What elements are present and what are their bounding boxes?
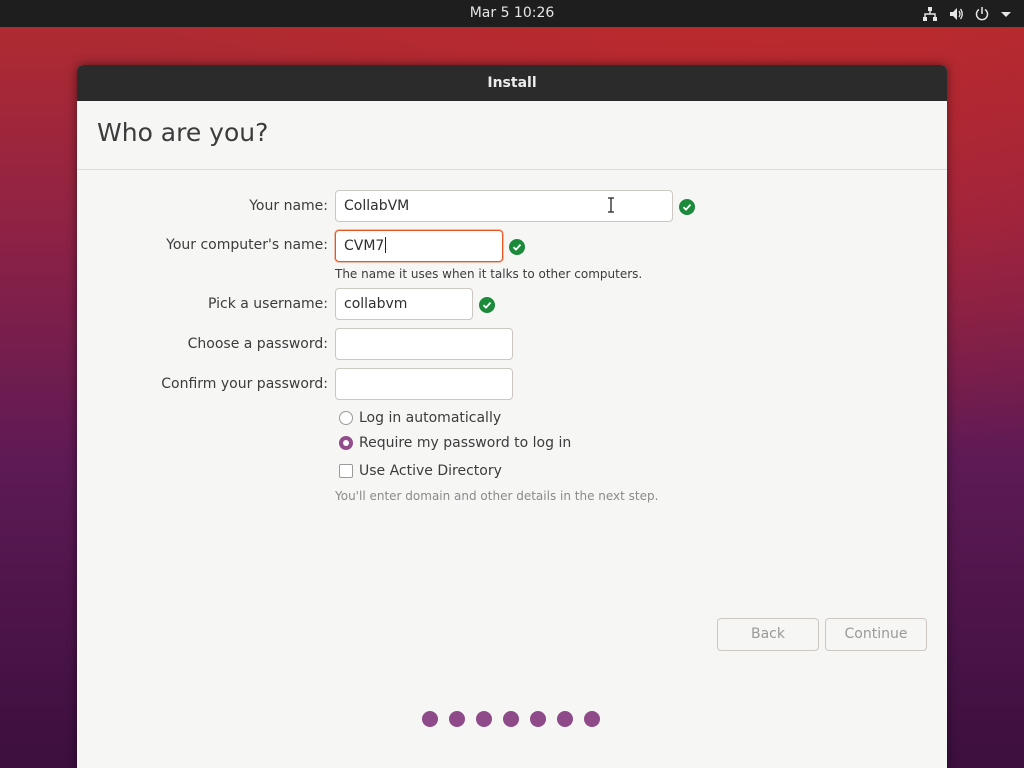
volume-icon[interactable] [948,6,964,22]
window-title: Install [77,65,947,101]
computer-name-label: Your computer's name: [166,237,328,253]
username-valid-icon [479,297,495,313]
divider [77,169,947,170]
progress-dot [503,711,519,727]
active-directory-checkbox[interactable] [339,464,353,478]
require-password-radio[interactable] [339,436,353,450]
confirm-password-label: Confirm your password: [161,376,328,392]
computer-name-hint: The name it uses when it talks to other … [335,267,643,281]
active-directory-hint: You'll enter domain and other details in… [335,489,659,503]
password-input[interactable] [335,328,513,360]
page-title: Who are you? [97,118,269,147]
progress-dot [449,711,465,727]
progress-dot [530,711,546,727]
computer-name-input[interactable]: CVM7 [335,230,503,262]
progress-dot [584,711,600,727]
require-password-option[interactable]: Require my password to log in [339,434,571,452]
username-input[interactable]: collabvm [335,288,473,320]
name-valid-icon [679,199,695,215]
power-icon[interactable] [974,6,990,22]
login-automatically-label: Log in automatically [359,410,502,426]
progress-dots [422,711,600,727]
require-password-label: Require my password to log in [359,435,572,451]
computer-name-valid-icon [509,239,525,255]
progress-dot [557,711,573,727]
installer-window: Install Who are you? Your name: CollabVM… [77,65,947,768]
password-label: Choose a password: [187,336,328,352]
system-tray[interactable] [922,0,1012,27]
top-bar: Mar 5 10:26 [0,0,1024,27]
progress-dot [476,711,492,727]
login-automatically-radio[interactable] [339,411,353,425]
name-input[interactable]: CollabVM [335,190,673,222]
computer-name-value: CVM7 [344,238,385,254]
active-directory-option[interactable]: Use Active Directory [339,462,502,480]
text-cursor-icon [608,197,614,213]
continue-button[interactable]: Continue [825,618,927,651]
menu-arrow-icon[interactable] [1000,6,1012,22]
name-label: Your name: [249,198,328,214]
confirm-password-input[interactable] [335,368,513,400]
text-caret [385,237,387,253]
active-directory-label: Use Active Directory [359,463,502,479]
network-icon[interactable] [922,6,938,22]
back-button[interactable]: Back [717,618,819,651]
username-label: Pick a username: [207,296,328,312]
login-automatically-option[interactable]: Log in automatically [339,409,501,427]
progress-dot [422,711,438,727]
clock[interactable]: Mar 5 10:26 [0,0,1024,27]
